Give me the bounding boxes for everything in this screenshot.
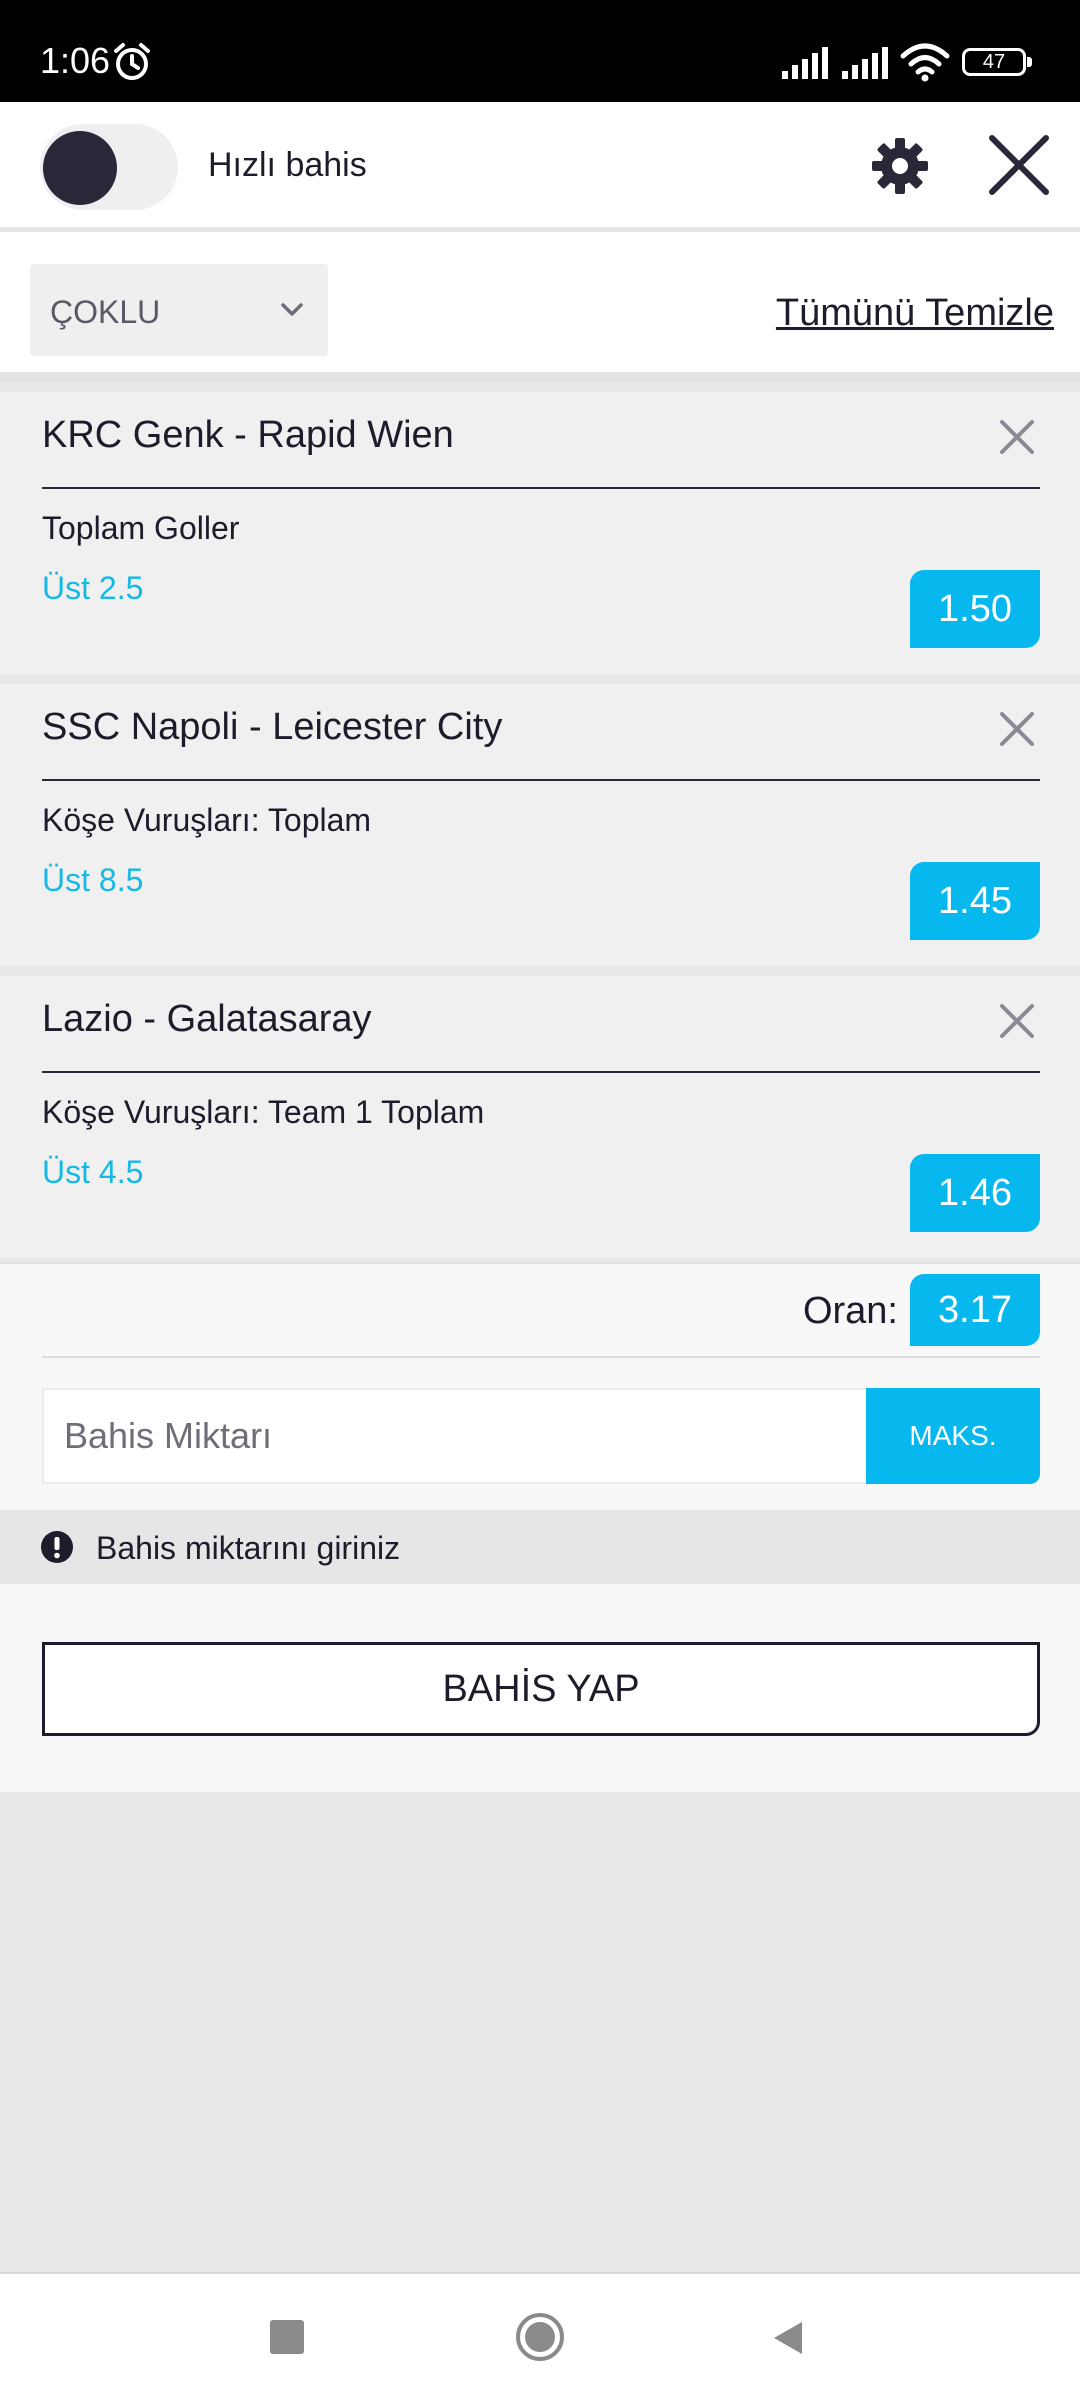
card-divider [42,487,1040,489]
place-bet-area: BAHİS YAP [0,1584,1080,1792]
market-name: Toplam Goller [42,510,240,546]
total-odds-badge: 3.17 [910,1274,1040,1346]
card-divider [42,1071,1040,1073]
bet-type-select[interactable]: ÇOKLU [30,264,328,356]
alert-icon [41,1531,73,1563]
toggle-knob [43,131,117,205]
match-name: SSC Napoli - Leicester City [42,706,503,748]
status-bar: 1:06 47 [0,0,1080,102]
odds-badge: 1.50 [910,570,1040,648]
status-time: 1:06 [40,40,111,81]
betslip-header: Hızlı bahis [0,102,1080,232]
betslip-mode-bar: ÇOKLU Tümünü Temizle [0,232,1080,382]
remove-bet-icon[interactable] [998,418,1036,456]
close-icon[interactable] [986,132,1052,198]
match-name: KRC Genk - Rapid Wien [42,414,454,456]
bet-card: SSC Napoli - Leicester City Köşe Vuruşla… [0,684,1080,966]
stake-input[interactable] [42,1388,868,1484]
system-nav-bar [0,2272,1080,2400]
back-icon[interactable] [768,2318,808,2358]
selection-name: Üst 8.5 [42,862,144,898]
selection-name: Üst 2.5 [42,570,144,606]
warning-bar: Bahis miktarını giriniz [0,1510,1080,1584]
total-odds-label: Oran: [802,1290,898,1332]
bet-card: KRC Genk - Rapid Wien Toplam Goller Üst … [0,392,1080,674]
gear-icon[interactable] [868,134,932,198]
battery-indicator: 47 [962,48,1032,76]
odds-badge: 1.46 [910,1154,1040,1232]
odds-badge: 1.45 [910,862,1040,940]
market-name: Köşe Vuruşları: Team 1 Toplam [42,1094,485,1130]
warning-text: Bahis miktarını giriniz [96,1530,401,1566]
remove-bet-icon[interactable] [998,1002,1036,1040]
card-divider [42,779,1040,781]
quick-bet-label: Hızlı bahis [208,146,367,184]
betslip-summary: Oran: 3.17 MAKS. [0,1262,1080,1510]
place-bet-button[interactable]: BAHİS YAP [42,1642,1040,1736]
wifi-icon [900,43,950,82]
market-name: Köşe Vuruşları: Toplam [42,802,372,838]
recents-icon[interactable] [270,2320,304,2354]
signal-icon [782,47,828,79]
bet-card: Lazio - Galatasaray Köşe Vuruşları: Team… [0,976,1080,1258]
remove-bet-icon[interactable] [998,710,1036,748]
selection-name: Üst 4.5 [42,1154,144,1190]
alarm-icon [114,43,150,80]
summary-divider [42,1356,1040,1358]
bet-type-value: ÇOKLU [50,294,161,330]
match-name: Lazio - Galatasaray [42,998,372,1040]
chevron-down-icon [281,303,303,316]
signal-icon [842,47,888,79]
quick-bet-toggle[interactable] [40,124,178,210]
home-icon[interactable] [515,2312,565,2362]
max-stake-button[interactable]: MAKS. [866,1388,1040,1484]
clear-all-link[interactable]: Tümünü Temizle [776,292,1054,335]
